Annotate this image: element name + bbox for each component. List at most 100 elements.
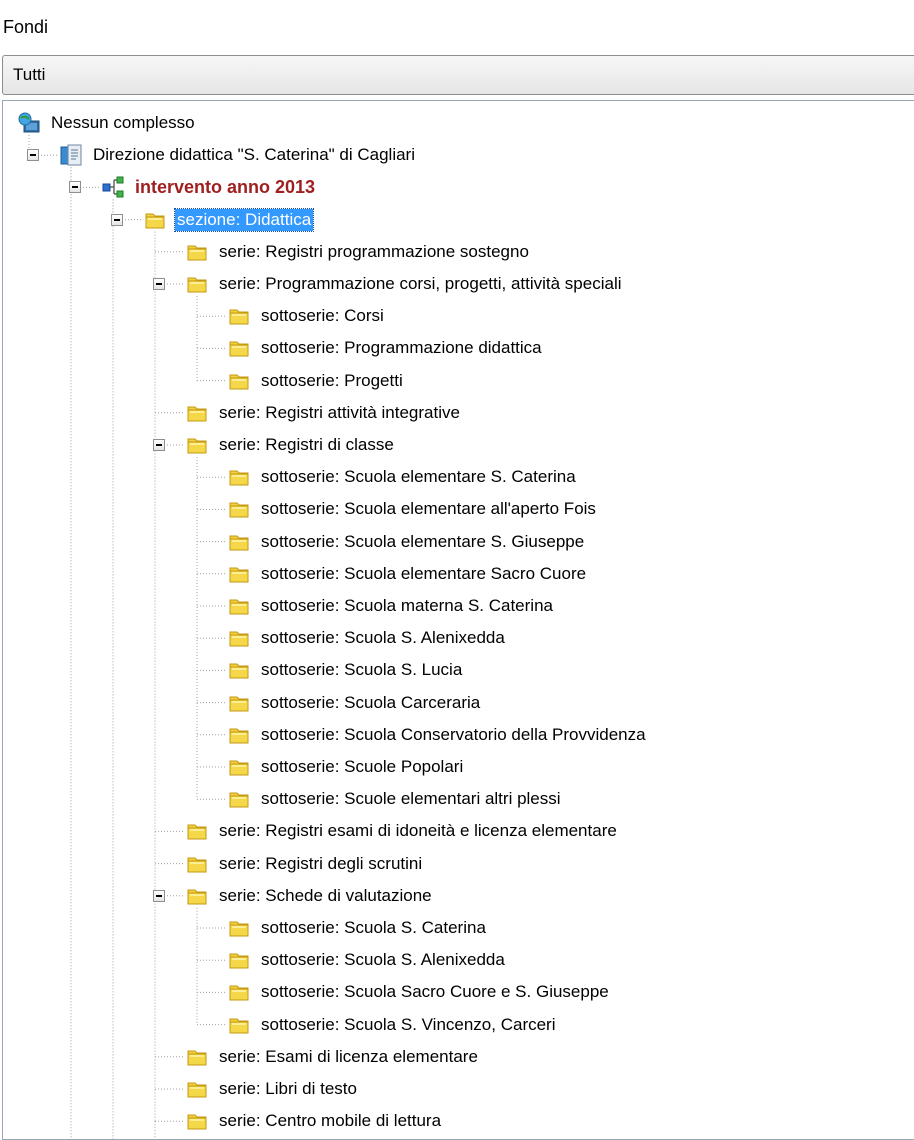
tree-node[interactable]: serie: Registri di classe [185,432,396,458]
tree-node-label: serie: Registri degli scrutini [219,853,423,873]
tree-node[interactable]: serie: Centro mobile di lettura [185,1108,443,1134]
folder-icon [227,304,251,328]
tree-node[interactable]: sottoserie: Progetti [227,368,405,394]
collapse-toggle-icon[interactable] [153,278,165,290]
tree-node-label: sottoserie: Scuola S. Vincenzo, Carceri [261,1014,556,1034]
tree-node[interactable]: sottoserie: Scuola Carceraria [227,690,482,716]
tree-node-label: serie: Registri programmazione sostegno [219,241,529,261]
folder-icon [227,787,251,811]
folder-icon [185,1109,209,1133]
tree-node[interactable]: serie: Esami di licenza elementare [185,1044,480,1070]
tree-node[interactable]: serie: Libri di testo [185,1076,359,1102]
tree-node-label: sottoserie: Scuole Popolari [261,757,464,776]
folder-icon [185,819,209,843]
folder-icon [227,497,251,521]
folder-icon [185,884,209,908]
folder-icon [185,272,209,296]
tree-node-label: serie: Libri di testo [219,1079,357,1098]
folder-icon [227,562,251,586]
panel-title: Fondi [3,17,49,37]
tree-node-label: serie: Registri esami di idoneità e lice… [219,821,617,841]
tree-node-label: sottoserie: Corsi [261,306,384,326]
tree-node-label: sottoserie: Programmazione didattica [261,338,542,358]
collapse-toggle-icon[interactable] [153,439,165,451]
folder-icon [227,594,251,618]
folder-icon [227,465,251,489]
tree-node-label: sottoserie: Scuola elementare all'aperto… [261,499,596,519]
tree-node[interactable]: sottoserie: Scuola Sacro Cuore e S. Gius… [227,979,611,1005]
tree-node[interactable]: serie: Programmazione corsi, progetti, a… [185,271,624,297]
folder-icon [227,948,251,972]
tree-node-label: Direzione didattica "S. Caterina" di Cag… [93,145,415,165]
tree-node[interactable]: sottoserie: Scuola elementare S. Giusepp… [227,529,586,555]
tree-node-label: sottoserie: Scuola Conservatorio della P… [261,724,646,744]
tree-node[interactable]: Direzione didattica "S. Caterina" di Cag… [59,142,417,168]
tree-node[interactable]: sottoserie: Scuola S. Vincenzo, Carceri [227,1012,558,1038]
tree-node[interactable]: serie: Registri programmazione sostegno [185,239,531,265]
tree-node[interactable]: Nessun complesso [17,110,197,136]
tree-node-label: serie: Esami di licenza elementare [219,1046,478,1066]
collapse-toggle-icon[interactable] [153,889,165,902]
tree-node[interactable]: sottoserie: Scuole Popolari [227,754,465,780]
folder-icon [185,1077,209,1101]
tree-node[interactable]: sottoserie: Scuola Conservatorio della P… [227,722,648,748]
collapse-toggle-icon[interactable] [69,181,81,194]
tree-node[interactable]: sottoserie: Scuola materna S. Caterina [227,593,555,619]
panel-header: Fondi [0,0,914,50]
folder-icon [185,240,209,264]
tree-node[interactable]: serie: Registri degli scrutini [185,851,424,877]
filter-selected-value: Tutti [13,65,46,84]
tree-node-label: serie: Schede di valutazione [219,885,432,905]
tree-node-label: serie: Centro mobile di lettura [219,1111,442,1131]
folder-icon [143,208,167,232]
tree-node-label: sottoserie: Scuola S. Alenixedda [261,950,505,970]
tree-node-label: sezione: Didattica [173,207,315,232]
network-tree-icon [101,175,125,199]
tree-node-label: sottoserie: Scuola elementare Sacro Cuor… [261,563,587,583]
folder-icon [185,401,209,425]
tree-node[interactable]: sottoserie: Scuola S. Alenixedda [227,625,507,651]
folder-icon [227,723,251,747]
tree-node[interactable]: serie: Registri attività integrative [185,400,462,426]
folder-icon [227,1013,251,1037]
tree-node[interactable]: sottoserie: Scuola elementare all'aperto… [227,496,598,522]
tree-node-label: sottoserie: Scuola materna S. Caterina [261,596,553,615]
tree-node-label: sottoserie: Scuola S. Alenixedda [261,628,505,648]
folder-icon [185,852,209,876]
folder-icon [227,980,251,1004]
tree-node[interactable]: sottoserie: Scuola S. Caterina [227,915,488,941]
collapse-toggle-icon[interactable] [111,213,123,226]
tree-node-label: serie: Programmazione corsi, progetti, a… [219,274,622,293]
folder-icon [185,1045,209,1069]
folder-icon [227,691,251,715]
folder-icon [185,433,209,457]
tree-node[interactable]: intervento anno 2013 [101,174,317,200]
tree-node[interactable]: serie: Schede di valutazione [185,883,434,909]
collapse-toggle-icon[interactable] [27,149,39,162]
tree-node-label: sottoserie: Progetti [261,370,403,390]
tree-node[interactable]: sottoserie: Scuola S. Lucia [227,657,464,683]
tree-node-label: serie: Registri attività integrative [219,402,460,422]
tree-node-label: sottoserie: Scuola S. Caterina [261,918,486,937]
fondi-filter-select[interactable]: Tutti [2,55,914,95]
folder-icon [227,658,251,682]
globe-folder-icon [17,111,41,135]
tree-node[interactable]: sottoserie: Scuola elementare Sacro Cuor… [227,561,588,587]
archive-tree[interactable]: Nessun complesso Direzione didattica "S. … [2,100,914,1140]
tree-node-label: sottoserie: Scuola Carceraria [261,692,481,712]
tree-node[interactable]: sottoserie: Scuola S. Alenixedda [227,947,507,973]
fond-document-icon [59,143,83,167]
tree-node[interactable]: sezione: Didattica [143,207,315,233]
tree-node-label: sottoserie: Scuola Sacro Cuore e S. Gius… [261,982,609,1002]
tree-node[interactable]: sottoserie: Programmazione didattica [227,335,544,361]
folder-icon [227,530,251,554]
folder-icon [227,369,251,393]
tree-node-label: Nessun complesso [51,113,195,132]
tree-node[interactable]: sottoserie: Scuola elementare S. Caterin… [227,464,578,490]
tree-node[interactable]: serie: Registri esami di idoneità e lice… [185,818,619,844]
tree-node[interactable]: sottoserie: Scuole elementari altri ples… [227,786,563,812]
folder-icon [227,336,251,360]
folder-icon [227,916,251,940]
tree-node[interactable]: sottoserie: Corsi [227,303,386,329]
folder-icon [227,626,251,650]
